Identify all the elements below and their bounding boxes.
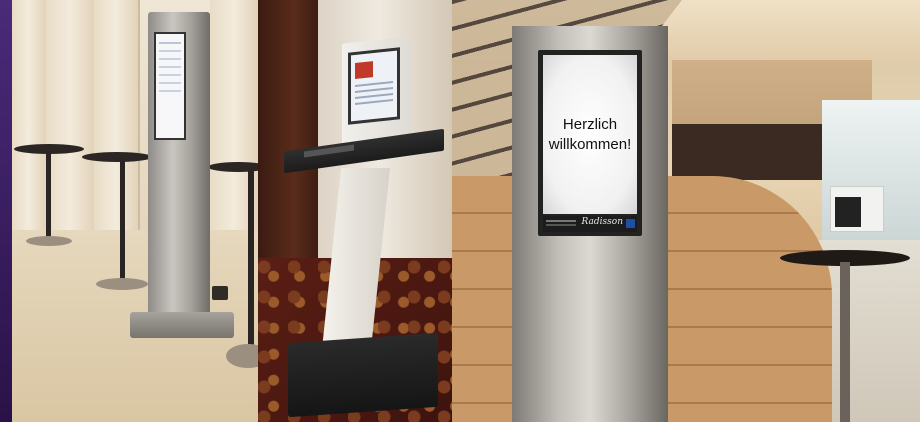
- terminal-display: [348, 47, 400, 125]
- display-text-lines: [355, 81, 393, 87]
- stele-display: [154, 32, 186, 140]
- steel-signage-stele: Herzlich willkommen! Radisson: [512, 26, 668, 422]
- wood-wall: [258, 0, 318, 260]
- panel-terminal-desk: [258, 0, 452, 422]
- panel-lobby-stele: [12, 0, 258, 422]
- footer-fine-print: [546, 220, 576, 222]
- steel-info-stele: [130, 12, 234, 338]
- terminal-base: [288, 332, 438, 418]
- white-desk: [830, 186, 884, 232]
- reception-dark-panel: [672, 124, 822, 180]
- photo-collage: Herzlich willkommen! Radisson: [0, 0, 920, 422]
- display-image: [355, 61, 373, 79]
- high-table-leg: [840, 262, 850, 422]
- panel-reception-stele: Herzlich willkommen! Radisson: [452, 0, 920, 422]
- purple-border: [0, 0, 12, 422]
- brand-mark-icon: [626, 219, 635, 228]
- wall-panel: [12, 0, 48, 230]
- brand-logo-text: Radisson: [581, 217, 623, 227]
- signage-content: Herzlich willkommen!: [543, 55, 637, 214]
- floor-socket: [212, 286, 228, 300]
- stele-plinth: [130, 312, 234, 338]
- welcome-text: Herzlich willkommen!: [548, 115, 632, 153]
- wall-panel: [94, 0, 140, 230]
- wall-panel: [46, 0, 96, 230]
- signage-footer: Radisson: [543, 216, 637, 232]
- signage-display: Herzlich willkommen! Radisson: [538, 50, 642, 236]
